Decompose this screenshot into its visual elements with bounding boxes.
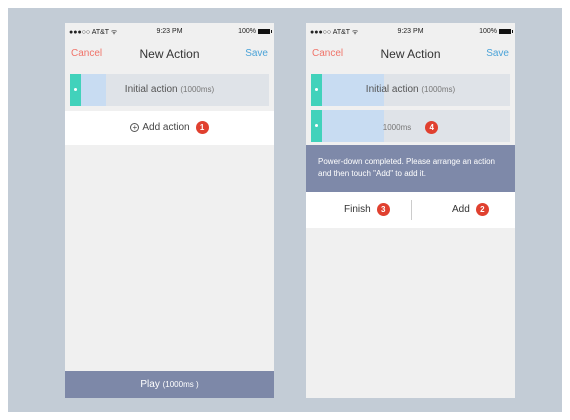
add-action-button[interactable]: + Add action 1 [65, 111, 274, 145]
action-duration: 1000ms [382, 123, 412, 133]
action-name: Initial action [365, 84, 419, 95]
status-bar: ●●●○○ AT&T ᯤ 9:23 PM 100% [306, 23, 515, 39]
action-row-label: Initial action (1000ms) [70, 84, 269, 95]
add-label: Add [452, 204, 470, 216]
battery-percent: 100% [479, 28, 497, 35]
finish-button[interactable]: Finish 3 [344, 203, 390, 216]
step-badge: 3 [376, 203, 390, 216]
action-duration: (1000ms) [180, 85, 215, 94]
action-row-label: Initial action (1000ms) [311, 84, 510, 95]
action-row-initial[interactable]: Initial action (1000ms) [311, 74, 510, 106]
play-button[interactable]: Play (1000ms ) [65, 371, 274, 398]
nav-bar: Cancel New Action Save [306, 39, 515, 67]
play-duration: (1000ms ) [162, 380, 199, 389]
action-name: Initial action [124, 84, 178, 95]
battery-icon [258, 29, 272, 34]
divider [411, 200, 412, 220]
action-row-label: 1000ms 4 [311, 121, 510, 134]
step-badge: 4 [425, 121, 439, 134]
play-label: Play [140, 379, 160, 390]
finish-label: Finish [344, 204, 371, 216]
phone-screen-left: ●●●○○ AT&T ᯤ 9:23 PM 100% Cancel New Act… [65, 23, 274, 398]
step-badge: 2 [475, 203, 489, 216]
save-button[interactable]: Save [245, 48, 268, 59]
action-row-initial[interactable]: Initial action (1000ms) [70, 74, 269, 106]
status-bar: ●●●○○ AT&T ᯤ 9:23 PM 100% [65, 23, 274, 39]
finish-add-bar: Finish 3 Add 2 [306, 192, 515, 228]
action-duration: (1000ms) [421, 85, 456, 94]
instruction-toast: Power-down completed. Please arrange an … [306, 145, 515, 192]
battery-icon [499, 29, 513, 34]
save-button[interactable]: Save [486, 48, 509, 59]
nav-bar: Cancel New Action Save [65, 39, 274, 67]
page-title: New Action [380, 47, 441, 61]
add-action-label: Add action [142, 122, 190, 134]
battery-percent: 100% [238, 28, 256, 35]
plus-circle-icon: + [130, 123, 140, 132]
action-row-new[interactable]: 1000ms 4 [311, 110, 510, 142]
step-badge: 1 [195, 121, 209, 134]
add-button[interactable]: Add 2 [452, 203, 489, 216]
page-title: New Action [139, 47, 200, 61]
phone-screen-right: ●●●○○ AT&T ᯤ 9:23 PM 100% Cancel New Act… [306, 23, 515, 398]
